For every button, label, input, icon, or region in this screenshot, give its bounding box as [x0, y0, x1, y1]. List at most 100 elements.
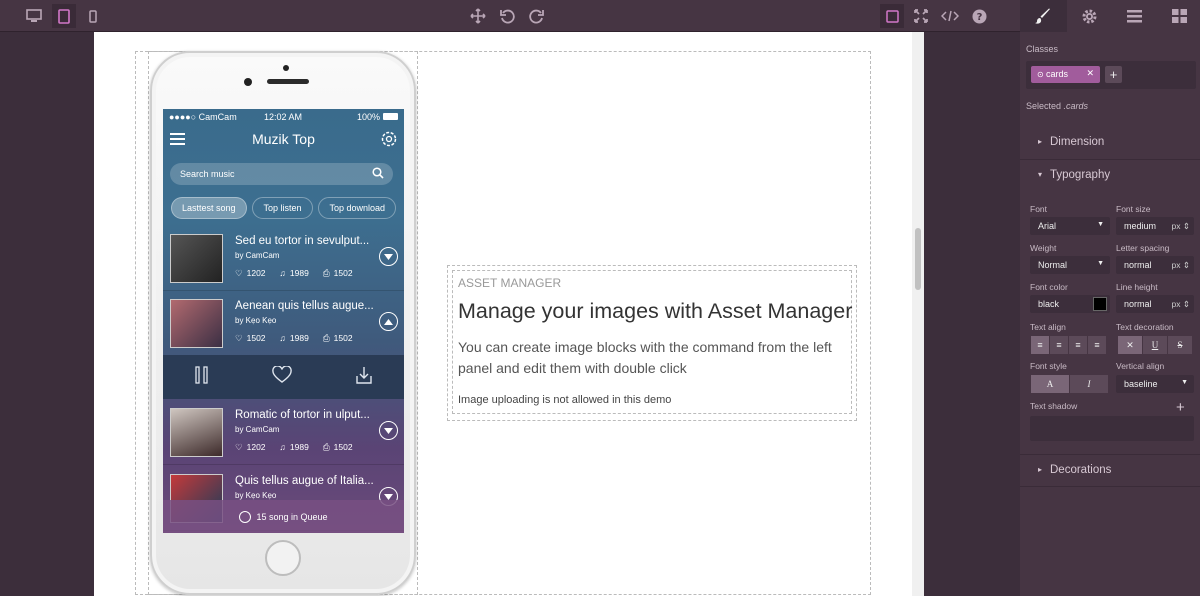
caret-right-icon: ▸	[1038, 465, 1043, 474]
song-item[interactable]: Sed eu tortor in sevulput... by CamCam ♡…	[163, 225, 404, 291]
letter-spacing-unit[interactable]: px ⇕	[1172, 260, 1190, 271]
collapse-toggle[interactable]	[379, 312, 398, 331]
chevron-down-icon: ▼	[1097, 260, 1104, 267]
scrollbar-thumb[interactable]	[915, 228, 921, 290]
outline-icon[interactable]	[880, 4, 904, 28]
music-note-icon: ♫	[279, 442, 286, 452]
tag-checkbox-icon[interactable]: ⊙	[1037, 70, 1046, 79]
brush-icon[interactable]	[1020, 0, 1065, 32]
album-thumbnail	[170, 408, 223, 457]
caret-right-icon: ▸	[1038, 137, 1043, 146]
align-justify-icon[interactable]: ≡	[1088, 336, 1106, 354]
tab-top-listen[interactable]: Top listen	[252, 197, 313, 219]
font-select[interactable]: Arial ▼	[1030, 217, 1110, 235]
color-swatch[interactable]	[1093, 297, 1107, 311]
weight-select[interactable]: Normal ▼	[1030, 256, 1110, 274]
text-align-label: Text align	[1030, 322, 1066, 332]
song-title: Quis tellus augue of Italia...	[235, 475, 374, 487]
font-label: Font	[1030, 204, 1048, 214]
app-title: Muzik Top	[252, 131, 315, 147]
battery-label: 100%	[356, 112, 380, 122]
font-size-input[interactable]: medium px ⇕	[1116, 217, 1194, 235]
search-icon[interactable]	[372, 167, 384, 181]
expand-toggle[interactable]	[379, 421, 398, 440]
search-music-input[interactable]: Search music	[170, 163, 393, 185]
canvas-scrollbar[interactable]	[912, 32, 924, 596]
song-artist: by Kẹo Kẹo	[235, 316, 277, 325]
add-shadow-icon[interactable]: +	[1176, 399, 1185, 416]
asset-title: Manage your images with Asset Manager	[458, 299, 853, 323]
add-class-button[interactable]: +	[1105, 66, 1122, 83]
layers-icon[interactable]	[1112, 0, 1157, 32]
album-thumbnail	[170, 234, 223, 283]
line-height-unit[interactable]: px ⇕	[1172, 299, 1190, 310]
sector-dimension[interactable]: ▸ Dimension	[1020, 127, 1200, 160]
song-artist: by CamCam	[235, 425, 280, 434]
music-note-icon: ♫	[279, 268, 286, 278]
expand-toggle[interactable]	[379, 247, 398, 266]
pause-icon[interactable]	[194, 365, 210, 389]
decoration-none-icon[interactable]: ✕	[1118, 336, 1142, 354]
queue-bar[interactable]: 15 song in Queue	[163, 500, 404, 533]
song-artist: by CamCam	[235, 251, 280, 260]
vertical-align-label: Vertical align	[1116, 361, 1165, 371]
line-height-input[interactable]: normal px ⇕	[1116, 295, 1194, 313]
strikethrough-icon[interactable]: S	[1168, 336, 1192, 354]
vertical-align-select[interactable]: baseline ▼	[1116, 375, 1194, 393]
song-title: Aenean quis tellus augue...	[235, 300, 374, 312]
font-style-italic[interactable]: I	[1070, 375, 1108, 393]
underline-icon[interactable]: U	[1143, 336, 1167, 354]
weight-value: Normal	[1038, 260, 1068, 270]
download-icon: ⎙	[322, 333, 330, 343]
class-tag[interactable]: ⊙ cards ✕	[1031, 66, 1100, 83]
phone-camera	[283, 65, 289, 71]
align-right-icon[interactable]: ≡	[1069, 336, 1087, 354]
text-shadow-list[interactable]	[1030, 416, 1194, 441]
fullscreen-icon[interactable]	[909, 4, 933, 28]
letter-spacing-value: normal	[1124, 260, 1152, 270]
blocks-icon[interactable]	[1157, 0, 1200, 32]
song-item[interactable]: Aenean quis tellus augue... by Kẹo Kẹo ♡…	[163, 290, 404, 356]
code-icon[interactable]	[938, 4, 962, 28]
undo-icon[interactable]	[495, 4, 519, 28]
line-height-value: normal	[1124, 299, 1152, 309]
album-thumbnail	[170, 299, 223, 348]
song-item[interactable]: Romatic of tortor in ulput... by CamCam …	[163, 399, 404, 465]
queue-icon	[239, 510, 252, 523]
like-count: 1202	[246, 268, 266, 278]
download-count: 1502	[333, 442, 353, 452]
caret-down-icon: ▾	[1038, 170, 1043, 179]
sector-decorations[interactable]: ▸ Decorations	[1020, 454, 1200, 487]
download-tray-icon[interactable]	[355, 366, 373, 389]
move-icon[interactable]	[466, 4, 490, 28]
tab-lasttest-song[interactable]: Lasttest song	[170, 197, 247, 219]
font-color-input[interactable]: black	[1030, 295, 1110, 313]
settings-icon[interactable]	[380, 130, 398, 153]
tablet-icon[interactable]	[52, 4, 76, 28]
align-center-icon[interactable]: ≡	[1050, 336, 1068, 354]
phone-screen: ●●●●○ CamCam 12:02 AM 100% Muzik Top Sea…	[163, 109, 404, 533]
desktop-icon[interactable]	[22, 4, 46, 28]
heart-icon: ♡	[235, 442, 243, 452]
help-icon[interactable]: ?	[967, 4, 991, 28]
letter-spacing-label: Letter spacing	[1116, 243, 1170, 253]
class-tag-label: cards	[1045, 69, 1068, 79]
close-icon[interactable]: ✕	[1086, 68, 1094, 79]
redo-icon[interactable]	[524, 4, 548, 28]
gear-icon[interactable]	[1067, 0, 1112, 32]
song-title: Sed eu tortor in sevulput...	[235, 235, 370, 247]
font-size-unit[interactable]: px ⇕	[1172, 221, 1190, 232]
sector-title: Decorations	[1050, 464, 1112, 476]
play-count: 1989	[289, 442, 309, 452]
letter-spacing-input[interactable]: normal px ⇕	[1116, 256, 1194, 274]
tab-top-download[interactable]: Top download	[318, 197, 396, 219]
status-time: 12:02 AM	[264, 112, 303, 122]
selected-value: .cards	[1063, 101, 1089, 111]
align-left-icon[interactable]: ≡	[1031, 336, 1049, 354]
mobile-icon[interactable]	[81, 4, 105, 28]
chevron-down-icon: ▼	[1181, 379, 1188, 386]
favorite-heart-icon[interactable]	[272, 364, 293, 389]
font-style-normal[interactable]: A	[1031, 375, 1069, 393]
sector-typography[interactable]: ▾ Typography	[1020, 160, 1200, 193]
song-stats: ♡ 1502 ♫ 1989 ⎙ 1502	[235, 333, 353, 344]
